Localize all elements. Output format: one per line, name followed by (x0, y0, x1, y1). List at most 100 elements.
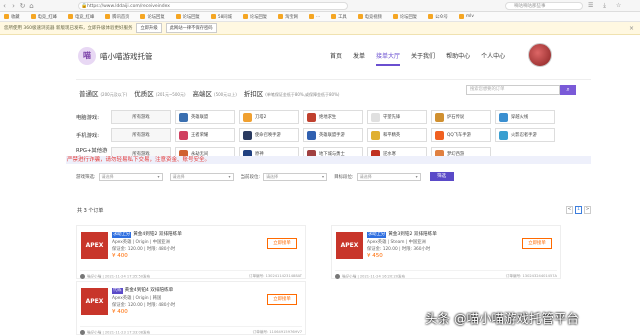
bookmark-item[interactable]: ... (308, 14, 320, 19)
game-chip[interactable]: 所有游戏 (111, 128, 171, 142)
bookmark-item[interactable]: 论坛回复 (242, 14, 267, 20)
notice-upgrade-button[interactable]: 立即升级 (136, 23, 162, 33)
favicon-icon (357, 14, 363, 19)
bookmark-item[interactable]: 论坛回复 (392, 14, 418, 20)
game-chip[interactable]: 守望先锋 (367, 110, 427, 124)
bookmark-label: 淘宝网 (285, 14, 298, 20)
nav-item[interactable]: 接单大厅 (376, 51, 401, 66)
order-price: ¥ 450 (367, 253, 383, 259)
site-logo[interactable]: 喵 (78, 47, 96, 65)
order-title: 黄金4到铂2 双排陪练单 (133, 232, 182, 237)
pc-games-row: 电脑游戏: 所有游戏 英雄联盟 刀塔2 绝地求生 守望先锋 炉石传说 穿越火线 (76, 110, 559, 124)
order-user: 喵仔小喵 (87, 330, 102, 335)
bookmark-item[interactable]: 电竞视频 (357, 14, 382, 20)
filter-select[interactable]: 请选择 (169, 172, 234, 181)
reload-icon[interactable]: ↻ (18, 2, 27, 10)
game-chip[interactable]: 炉石传说 (431, 110, 491, 124)
forward-icon[interactable]: › (9, 2, 18, 10)
game-logo: APEX (336, 232, 363, 259)
address-bar[interactable]: 🔒 https://www.lddaiji.com/receiveindex (78, 2, 348, 10)
game-chip[interactable]: 英雄联盟 (175, 110, 235, 124)
search-icon[interactable]: ⌕ (560, 85, 576, 95)
bookmark-label: 论坛回复 (147, 14, 165, 20)
current-page-button[interactable]: 1 (575, 206, 582, 214)
game-chip[interactable]: 绝地求生 (303, 110, 363, 124)
game-chip[interactable]: 所有游戏 (111, 110, 171, 124)
game-chip-label: 英雄联盟手游 (319, 133, 345, 138)
game-chip[interactable]: QQ飞车手游 (431, 128, 491, 142)
nav-item[interactable]: 首页 (330, 51, 342, 66)
bookmark-label: 58同城 (217, 14, 232, 20)
nav-item[interactable]: 发单 (353, 51, 365, 66)
game-chip[interactable]: 火影忍者手游 (495, 128, 555, 142)
game-chip[interactable]: 刀塔2 (239, 110, 299, 124)
zone-tab[interactable]: 普通区 (79, 88, 99, 98)
order-title-row[interactable]: 代练 黄金4到铂4 双排陪练单 (112, 287, 173, 294)
bookmark-item[interactable]: 公众号 (428, 14, 448, 20)
bookmark-item[interactable]: 工具 (331, 14, 347, 20)
close-icon[interactable]: × (629, 25, 634, 32)
bookmark-item[interactable]: mlv (458, 14, 474, 19)
game-chip-label: 所有游戏 (132, 115, 150, 120)
mobile-games-row: 手机游戏: 所有游戏 王者荣耀 使命召唤手游 英雄联盟手游 和平精英 QQ飞车手游 火影忍者… (76, 128, 559, 142)
bookmark-label: 电竞视频 (364, 14, 382, 20)
notice-text: 您所使用 360极速浏览器 新版现已发布，立即升级体验更好服务 (4, 26, 133, 31)
order-title-row[interactable]: 求助上分 黄金4到铂2 双排陪练单 (112, 231, 182, 238)
bookmark-label: 论坛回复 (399, 14, 418, 20)
bookmark-item[interactable]: 论坛回复 (140, 14, 165, 20)
prev-page-button[interactable]: < (566, 206, 573, 214)
game-chip-label: 守望先锋 (383, 115, 401, 120)
bookmark-item[interactable]: 腾讯首页 (105, 14, 129, 20)
browser-search-input[interactable]: 嘀咕嘀咕那些事 (505, 2, 583, 10)
bookmark-label: 公众号 (435, 14, 448, 20)
take-order-button[interactable]: 立即接单 (267, 294, 297, 305)
next-page-button[interactable]: > (584, 206, 591, 214)
game-chip[interactable]: 英雄联盟手游 (303, 128, 363, 142)
bookmarks-bar: 收藏 电竞_红峰 电竞_红峰 腾讯首页 论坛回复 论坛回复 58同城 论坛回复 淘宝网... 工具… (0, 12, 640, 22)
browser-menu-icons[interactable]: ☰ ⤓ ☆ (588, 2, 625, 10)
order-title: 黄金4到铂4 双排陪练单 (124, 288, 174, 293)
bookmark-item[interactable]: 论坛回复 (175, 14, 200, 20)
zone-tab[interactable]: 优质区 (134, 88, 154, 98)
filter-select[interactable]: 请选择 (356, 172, 421, 181)
nav-item[interactable]: 关于我们 (411, 51, 435, 66)
order-number: 订单编号: 11064915976HV7 (252, 330, 302, 334)
bookmark-item[interactable]: 收藏 (4, 14, 20, 20)
take-order-button[interactable]: 立即接单 (522, 238, 552, 249)
bookmark-label: 电竞_红峰 (37, 14, 57, 20)
bookmark-label: 论坛回复 (182, 14, 200, 20)
avatar[interactable] (528, 43, 552, 67)
orders-count: 共 3 个订单 (77, 208, 104, 214)
browser-toolbar: ‹ › ↻ ⌂ 🔒 https://www.lddaiji.com/receiv… (0, 0, 640, 12)
order-search-input[interactable]: 搜索您想要的订单 (466, 85, 560, 95)
take-order-button[interactable]: 立即接单 (267, 238, 297, 249)
order-badge: 求助上分 (367, 232, 387, 238)
filter-select[interactable]: 请选择 (98, 172, 163, 181)
notice-no-save-button[interactable]: 此网站一律不保存密码 (165, 23, 217, 33)
zone-desc: (200元及以下) (100, 92, 128, 97)
bookmark-item[interactable]: 电竞_红峰 (30, 14, 57, 20)
nav-item[interactable]: 个人中心 (481, 51, 505, 66)
game-chip[interactable]: 和平精英 (367, 128, 427, 142)
page-content: 喵 喵小喵游戏托管 首页 发单 接单大厅 关于我们 帮助中心 个人中心 普通区 (200元及… (0, 35, 640, 336)
game-chip[interactable]: 王者荣耀 (175, 128, 235, 142)
bookmark-item[interactable]: 电竞_红峰 (67, 14, 94, 20)
zone-tab[interactable]: 折扣区 (244, 88, 264, 98)
favicon-icon (210, 14, 216, 19)
nav-item[interactable]: 帮助中心 (446, 51, 470, 66)
zone-tab[interactable]: 高端区 (193, 88, 213, 98)
order-title-row[interactable]: 求助上分 黄金3到铂2 双排陪练单 (367, 231, 437, 238)
back-icon[interactable]: ‹ (0, 2, 9, 10)
bookmark-item[interactable]: 淘宝网 (278, 14, 298, 20)
notice-bar: 您所使用 360极速浏览器 新版现已发布，立即升级体验更好服务 立即升级 此网站… (0, 22, 640, 35)
order-card: APEX 求助上分 黄金3到铂2 双排陪练单 Apex英雄 | Steam | 中国亚… (331, 225, 561, 279)
bookmark-item[interactable]: 58同城 (210, 14, 232, 20)
favicon-icon (278, 14, 284, 19)
home-icon[interactable]: ⌂ (27, 2, 36, 10)
browser-search-placeholder: 嘀咕嘀咕那些事 (514, 4, 546, 9)
filter-select[interactable]: 请选择 (263, 172, 328, 181)
game-chip[interactable]: 使命召唤手游 (239, 128, 299, 142)
game-chip[interactable]: 穿越火线 (495, 110, 555, 124)
filter-button[interactable]: 筛选 (429, 172, 454, 181)
site-title[interactable]: 喵小喵游戏托管 (100, 51, 153, 62)
